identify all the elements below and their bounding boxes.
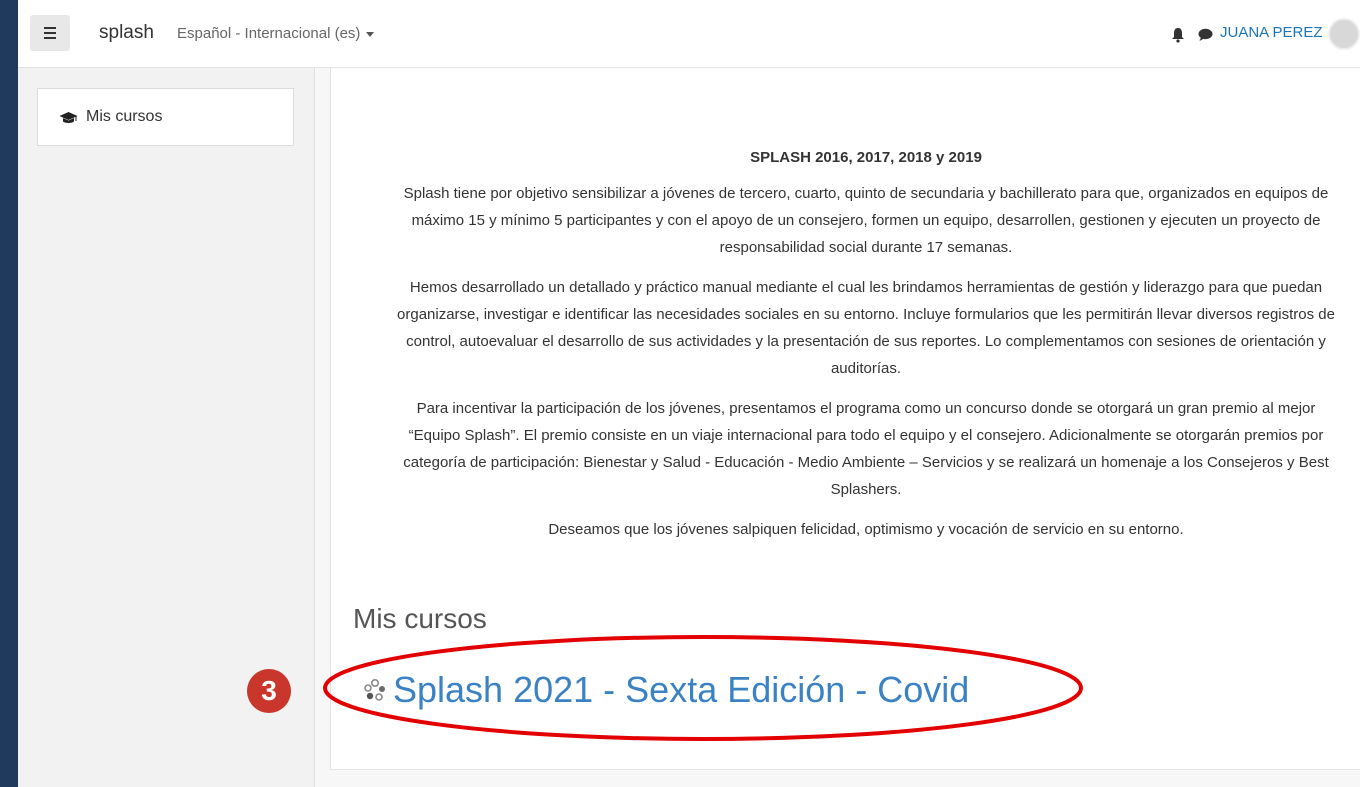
graduation-cap-icon <box>59 112 78 123</box>
summary-paragraph: Deseamos que los jóvenes salpiquen felic… <box>548 521 1184 538</box>
chat-icon[interactable] <box>1198 28 1213 42</box>
site-summary: SPLASH 2016, 2017, 2018 y 2019 Splash ti… <box>391 144 1341 556</box>
main-content: SPLASH 2016, 2017, 2018 y 2019 Splash ti… <box>330 68 1360 770</box>
language-label: Español - Internacional (es) <box>177 25 361 42</box>
caret-down-icon <box>366 31 375 37</box>
summary-paragraph: Hemos desarrollado un detallado y prácti… <box>397 279 1335 377</box>
summary-heading: SPLASH 2016, 2017, 2018 y 2019 <box>750 149 982 166</box>
avatar[interactable] <box>1328 18 1360 50</box>
bell-icon[interactable] <box>1171 27 1185 43</box>
course-icon <box>364 678 385 701</box>
user-menu-name[interactable]: JUANA PEREZ <box>1220 24 1323 41</box>
hamburger-icon[interactable] <box>30 15 70 51</box>
summary-paragraph: Para incentivar la participación de los … <box>403 400 1329 498</box>
app-frame: splash Español - Internacional (es) JUAN… <box>18 0 1360 787</box>
navbar: splash Español - Internacional (es) JUAN… <box>18 0 1360 68</box>
sidebar-item-label: Mis cursos <box>86 108 163 125</box>
site-brand[interactable]: splash <box>99 22 154 44</box>
summary-paragraph: Splash tiene por objetivo sensibilizar a… <box>403 185 1329 256</box>
step-number-badge: 3 <box>247 669 291 713</box>
courses-section-title: Mis cursos <box>353 603 487 634</box>
language-selector[interactable]: Español - Internacional (es) <box>177 25 375 42</box>
course-link[interactable]: Splash 2021 - Sexta Edición - Covid <box>363 669 969 711</box>
course-name: Splash 2021 - Sexta Edición - Covid <box>393 669 970 710</box>
sidebar-item-mis-cursos[interactable]: Mis cursos <box>37 88 294 146</box>
